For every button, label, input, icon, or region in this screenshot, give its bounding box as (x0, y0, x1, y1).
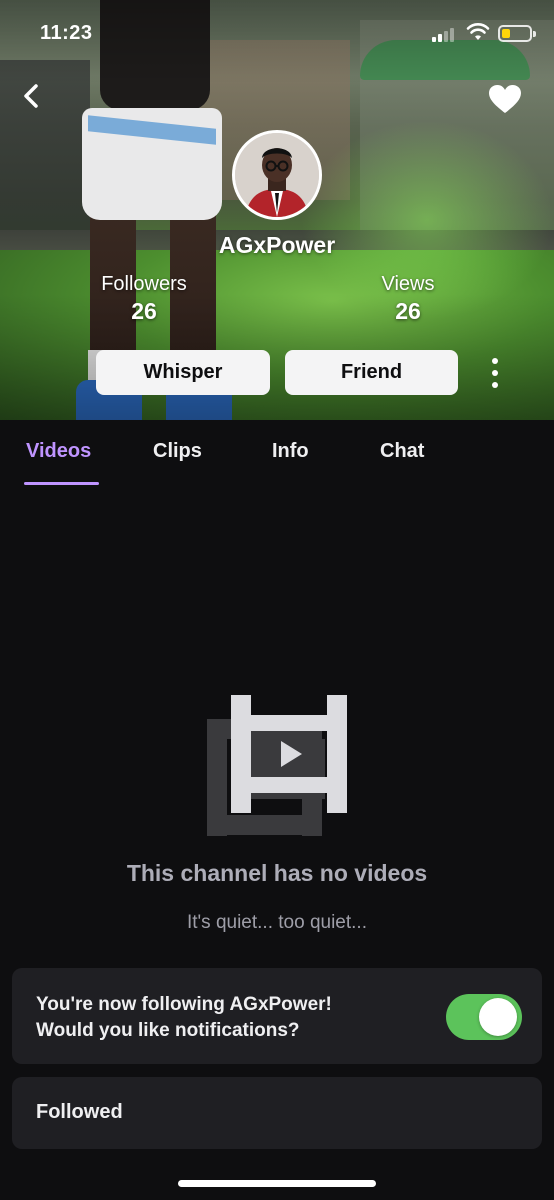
notification-prompt-line2: Would you like notifications? (36, 1020, 300, 1041)
status-bar: 11:23 (0, 0, 554, 60)
empty-state-subtitle: It's quiet... too quiet... (186, 912, 367, 933)
notification-prompt-line1: You're now following AGxPower! (36, 994, 332, 1015)
followers-stat: Followers 26 (88, 273, 200, 325)
notifications-toggle[interactable] (446, 994, 522, 1040)
status-time: 11:23 (40, 22, 93, 44)
heart-icon[interactable] (488, 84, 522, 114)
wifi-icon (466, 23, 490, 40)
channel-name: AGxPower (218, 232, 336, 258)
channel-tabs: Videos Clips Info Chat (0, 420, 554, 488)
avatar-image (235, 133, 319, 217)
battery-icon (498, 25, 536, 42)
cellular-signal-icon (432, 26, 456, 42)
tab-videos[interactable]: Videos (26, 440, 91, 463)
video-placeholder-icon (207, 695, 347, 836)
tab-clips[interactable]: Clips (153, 440, 202, 463)
whisper-button[interactable]: Whisper (96, 350, 270, 395)
avatar[interactable] (232, 130, 322, 220)
notification-prompt-card: You're now following AGxPower! Would you… (12, 968, 542, 1064)
friend-button[interactable]: Friend (285, 350, 458, 395)
views-count: 26 (395, 298, 421, 324)
back-chevron-icon[interactable] (18, 82, 46, 110)
tab-info[interactable]: Info (272, 440, 309, 463)
home-indicator[interactable] (178, 1180, 376, 1187)
followed-label: Followed (36, 1101, 123, 1123)
followers-count: 26 (131, 298, 157, 324)
notification-prompt-text: You're now following AGxPower! Would you… (36, 992, 332, 1044)
views-stat: Views 26 (362, 273, 454, 325)
active-tab-indicator (24, 482, 99, 485)
followed-card[interactable]: Followed (12, 1077, 542, 1149)
empty-state-title: This channel has no videos (126, 860, 428, 886)
toggle-knob (479, 998, 517, 1036)
tab-chat[interactable]: Chat (380, 440, 424, 463)
views-label: Views (381, 273, 435, 295)
more-vertical-icon[interactable] (484, 356, 506, 390)
followers-label: Followers (101, 273, 187, 295)
